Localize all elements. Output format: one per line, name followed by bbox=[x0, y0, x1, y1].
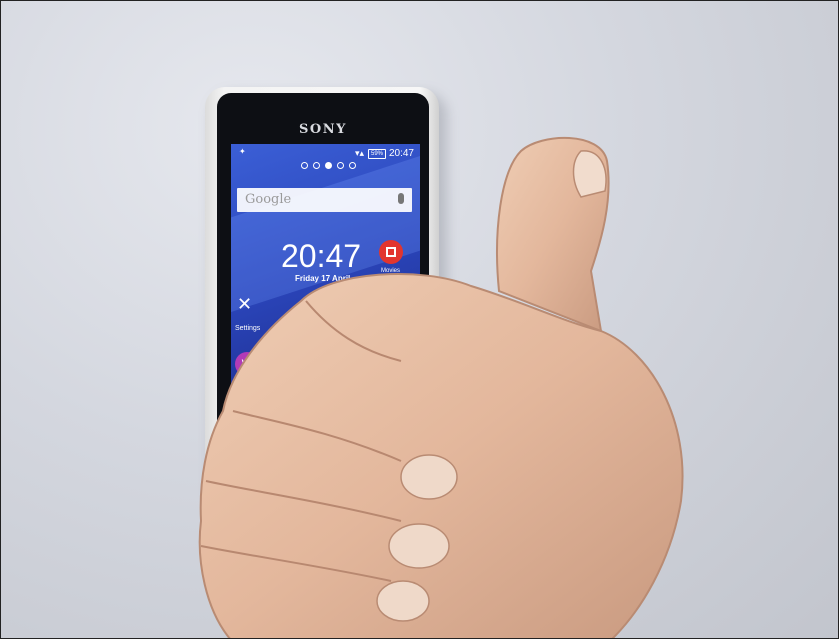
photo-frame: SONY ✦ ▾▴ 59% 20:47 Google 20:47 Friday … bbox=[0, 0, 839, 639]
fingernail-3 bbox=[376, 580, 430, 622]
fingernail-1 bbox=[400, 454, 458, 500]
thumbs-up-hand bbox=[198, 136, 684, 638]
fingernail-2 bbox=[388, 523, 450, 569]
